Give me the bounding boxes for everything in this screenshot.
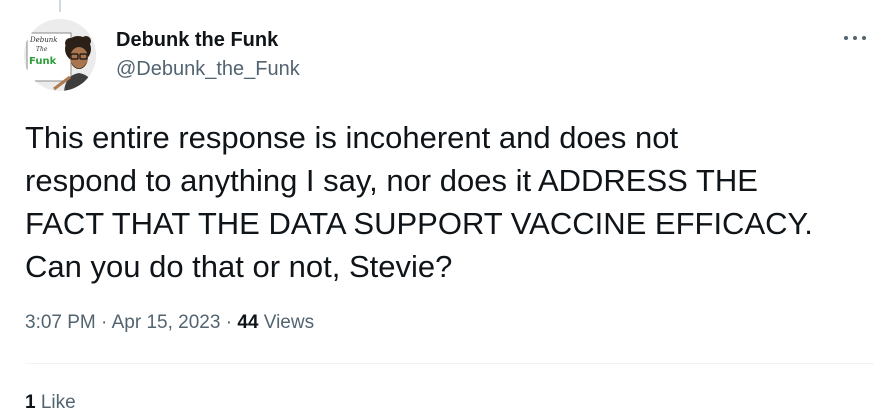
more-horizontal-icon[interactable] [842, 28, 868, 48]
tweet-time[interactable]: 3:07 PM [25, 312, 96, 333]
avatar-logo-text-1: Debunk [29, 36, 58, 44]
thread-connector-line [59, 0, 61, 12]
avatar-logo-text-2: The [36, 46, 48, 53]
author-display-name[interactable]: Debunk the Funk [116, 29, 278, 52]
views-count: 44 [237, 312, 259, 333]
divider [25, 363, 874, 364]
avatar[interactable]: Debunk The Funk [24, 19, 96, 91]
tweet-text: This entire response is incoherent and d… [25, 120, 813, 284]
likes-label: Like [40, 392, 76, 413]
tweet-metadata: 3:07 PM · Apr 15, 2023 · 44 Views [25, 312, 314, 334]
separator-dot: · [101, 312, 108, 333]
views-label: Views [263, 312, 315, 333]
separator-dot: · [225, 312, 233, 333]
author-handle[interactable]: @Debunk_the_Funk [116, 58, 300, 81]
avatar-image: Debunk The Funk [24, 19, 96, 91]
avatar-logo-text-3: Funk [29, 56, 57, 67]
likes-count: 1 [25, 392, 36, 413]
tweet-date[interactable]: Apr 15, 2023 [112, 312, 221, 333]
likes-link[interactable]: 1 Like [25, 392, 76, 414]
